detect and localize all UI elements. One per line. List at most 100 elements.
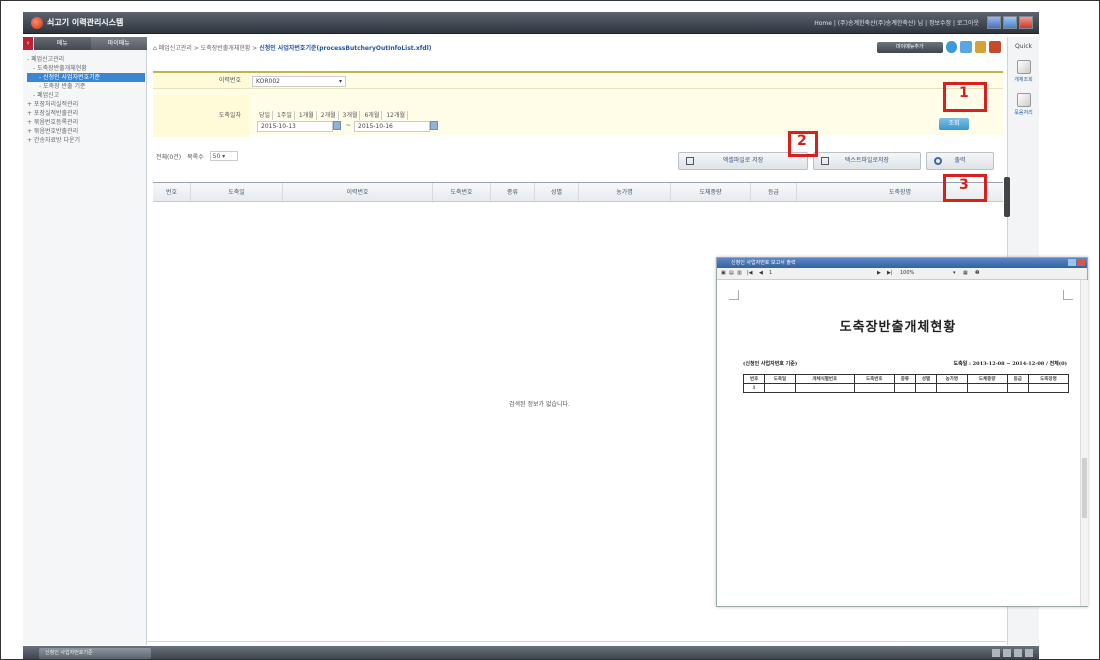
period-6month-button[interactable]: 6개월 bbox=[362, 111, 383, 120]
close-icon[interactable] bbox=[1077, 259, 1085, 266]
column-header[interactable]: 종류 bbox=[491, 183, 535, 203]
first-page-icon[interactable]: |◀ bbox=[747, 270, 753, 276]
print-icon[interactable] bbox=[974, 41, 987, 53]
report-cell bbox=[936, 383, 968, 393]
sidebar-menu: - 폐업신고관리 - 도축장반출개체현황 - 신청인 사업자번호기준 - 도축장… bbox=[27, 55, 145, 145]
print-button[interactable]: 출력 bbox=[926, 152, 994, 170]
page-number[interactable]: 1 bbox=[769, 270, 772, 276]
minimize-icon[interactable] bbox=[987, 16, 1001, 29]
next-page-icon[interactable]: ▶ bbox=[877, 270, 881, 276]
zoom-level[interactable]: 100% bbox=[900, 270, 914, 276]
sidebar-item-active[interactable]: - 신청인 사업자번호기준 bbox=[27, 73, 145, 82]
period-today-button[interactable]: 당일 bbox=[257, 111, 274, 120]
scrollbar-thumb[interactable] bbox=[1082, 458, 1087, 518]
open-icon[interactable]: ▣ bbox=[721, 270, 726, 276]
sidebar-item[interactable]: - 도축장 반출 기준 bbox=[27, 82, 145, 91]
report-cell bbox=[853, 383, 895, 393]
date-to-input[interactable]: 2015-10-16 bbox=[354, 121, 430, 132]
tab-menu[interactable]: 메뉴 bbox=[34, 37, 91, 50]
header-tools: 마이메뉴추가 bbox=[877, 38, 1002, 56]
add-my-menu-button[interactable]: 마이메뉴추가 bbox=[877, 41, 943, 53]
sidebar-item[interactable]: - 폐업신고관리 bbox=[27, 55, 145, 64]
report-column-header: 농가명 bbox=[936, 374, 968, 384]
sidebar-item[interactable]: + 간송자료방 다운기 bbox=[27, 136, 145, 145]
help-icon[interactable] bbox=[945, 41, 958, 53]
history-select[interactable]: KOR002 ▾ bbox=[252, 76, 346, 87]
sidebar-item[interactable]: + 묶음번호반출관리 bbox=[27, 127, 145, 136]
panel-resize-handle[interactable] bbox=[1004, 177, 1010, 217]
layout-icon[interactable] bbox=[1014, 649, 1022, 657]
column-header[interactable]: 번호 bbox=[153, 183, 191, 203]
report-cell bbox=[1006, 383, 1029, 393]
column-header[interactable]: 등급 bbox=[751, 183, 797, 203]
report-column-header: 도축일 bbox=[764, 374, 796, 384]
column-header[interactable]: 도체중량 bbox=[671, 183, 751, 203]
save-text-button[interactable]: 텍스트파일로저장 bbox=[813, 152, 921, 170]
report-title-bar: 신청인 사업자번호 보고서 출력 bbox=[717, 258, 1087, 268]
rows-select[interactable]: 50 ▾ bbox=[209, 151, 238, 161]
date-from-input[interactable]: 2015-10-13 bbox=[257, 121, 333, 132]
report-cell bbox=[794, 383, 855, 393]
report-preview-window: 신청인 사업자번호 보고서 출력 ▣ ▤ ▥ |◀ ◀ 1 ▶ ▶| 100% … bbox=[716, 257, 1088, 607]
column-header[interactable]: 농가명 bbox=[579, 183, 671, 203]
tab-my-menu[interactable]: 마이메뉴 bbox=[90, 37, 147, 50]
sidebar-item[interactable]: + 포장처리실적관리 bbox=[27, 100, 145, 109]
user-menu[interactable]: Home | (주)송계한축산(주)송계한축산) 님 | 정보수정 | 로그아웃 bbox=[814, 18, 979, 27]
save-icon bbox=[821, 157, 829, 165]
save-icon[interactable]: ▤ bbox=[729, 270, 734, 276]
window-icon[interactable] bbox=[960, 41, 972, 53]
help-icon[interactable]: ❷ bbox=[975, 270, 979, 276]
report-cell bbox=[914, 383, 938, 393]
report-column-header: 도축장명 bbox=[1027, 374, 1070, 384]
sidebar-item[interactable]: + 포장실적반출관리 bbox=[27, 109, 145, 118]
period-1month-button[interactable]: 1개월 bbox=[297, 111, 317, 120]
sidebar-item[interactable]: + 묶음번호등록관리 bbox=[27, 118, 145, 127]
column-header[interactable]: 도축번호 bbox=[433, 183, 491, 203]
period-2month-button[interactable]: 2개월 bbox=[319, 111, 339, 120]
settings-icon[interactable] bbox=[1025, 649, 1033, 657]
callout-number-1: 1 bbox=[959, 85, 969, 101]
app-logo-icon bbox=[31, 17, 43, 29]
prev-page-icon[interactable]: ◀ bbox=[759, 270, 763, 276]
breadcrumb: ⌂ 폐업신고관리 > 도축장반출개체현황 > 신청인 사업자번호기준(proce… bbox=[153, 43, 432, 52]
calendar-icon[interactable] bbox=[333, 121, 341, 130]
status-icons bbox=[992, 649, 1033, 657]
layout-icon[interactable] bbox=[992, 649, 1000, 657]
quick-item-bundle[interactable]: 묶음처리 bbox=[1008, 93, 1039, 116]
print-label: 출력 bbox=[954, 157, 966, 164]
sidebar-item[interactable]: - 도축장반출개체현황 bbox=[27, 64, 145, 73]
report-toolbar: ▣ ▤ ▥ |◀ ◀ 1 ▶ ▶| 100% ▾ ▦ ❷ bbox=[717, 268, 1087, 280]
chevron-down-icon[interactable]: ▾ bbox=[953, 270, 956, 276]
period-1week-button[interactable]: 1주일 bbox=[275, 111, 295, 120]
period-3month-button[interactable]: 3개월 bbox=[341, 111, 361, 120]
print-icon[interactable]: ▥ bbox=[737, 270, 742, 276]
report-window-controls bbox=[1068, 259, 1085, 266]
last-page-icon[interactable]: ▶| bbox=[887, 270, 893, 276]
period-12month-button[interactable]: 12개월 bbox=[384, 111, 409, 120]
report-scrollbar[interactable] bbox=[1080, 280, 1088, 606]
layout-icon[interactable] bbox=[1003, 649, 1011, 657]
report-cell: 1 bbox=[742, 383, 766, 393]
quick-item-entity-search[interactable]: 개체조회 bbox=[1008, 60, 1039, 83]
sidebar: ‹ 메뉴 마이메뉴 - 폐업신고관리 - 도축장반출개체현황 - 신청인 사업자… bbox=[23, 37, 147, 645]
quick-item-label: 묶음처리 bbox=[1014, 110, 1033, 116]
maximize-icon[interactable] bbox=[1003, 16, 1017, 29]
maximize-icon[interactable] bbox=[1068, 259, 1076, 266]
empty-message: 검색된 정보가 없습니다. bbox=[509, 401, 570, 408]
report-heading: 도축장반출개체현황 bbox=[839, 320, 957, 335]
list-count-bar: 전체(0건) 목록수 50 ▾ bbox=[156, 151, 238, 161]
sidebar-collapse-button[interactable]: ‹ bbox=[23, 37, 33, 50]
sidebar-item[interactable]: - 폐업신고 bbox=[27, 91, 145, 100]
column-header[interactable]: 이력번호 bbox=[283, 183, 433, 203]
close-icon[interactable] bbox=[1019, 16, 1033, 29]
period-label: 도축일자 bbox=[153, 95, 249, 137]
column-header[interactable]: 도축일 bbox=[191, 183, 283, 203]
search-button[interactable]: 조회 bbox=[939, 118, 969, 130]
export-icon[interactable]: ▦ bbox=[963, 270, 968, 276]
sidebar-tabs: 메뉴 마이메뉴 bbox=[34, 37, 147, 50]
report-table: 번호 도축일 개체식별번호 도축번호 종류 성별 농가명 도체중량 등급 도축장… bbox=[742, 374, 1070, 393]
column-header[interactable]: 성별 bbox=[535, 183, 579, 203]
close-page-icon[interactable] bbox=[989, 41, 1002, 53]
calendar-icon[interactable] bbox=[430, 121, 438, 130]
open-page-tab[interactable]: 신청인 사업자번호기준 bbox=[39, 648, 151, 659]
